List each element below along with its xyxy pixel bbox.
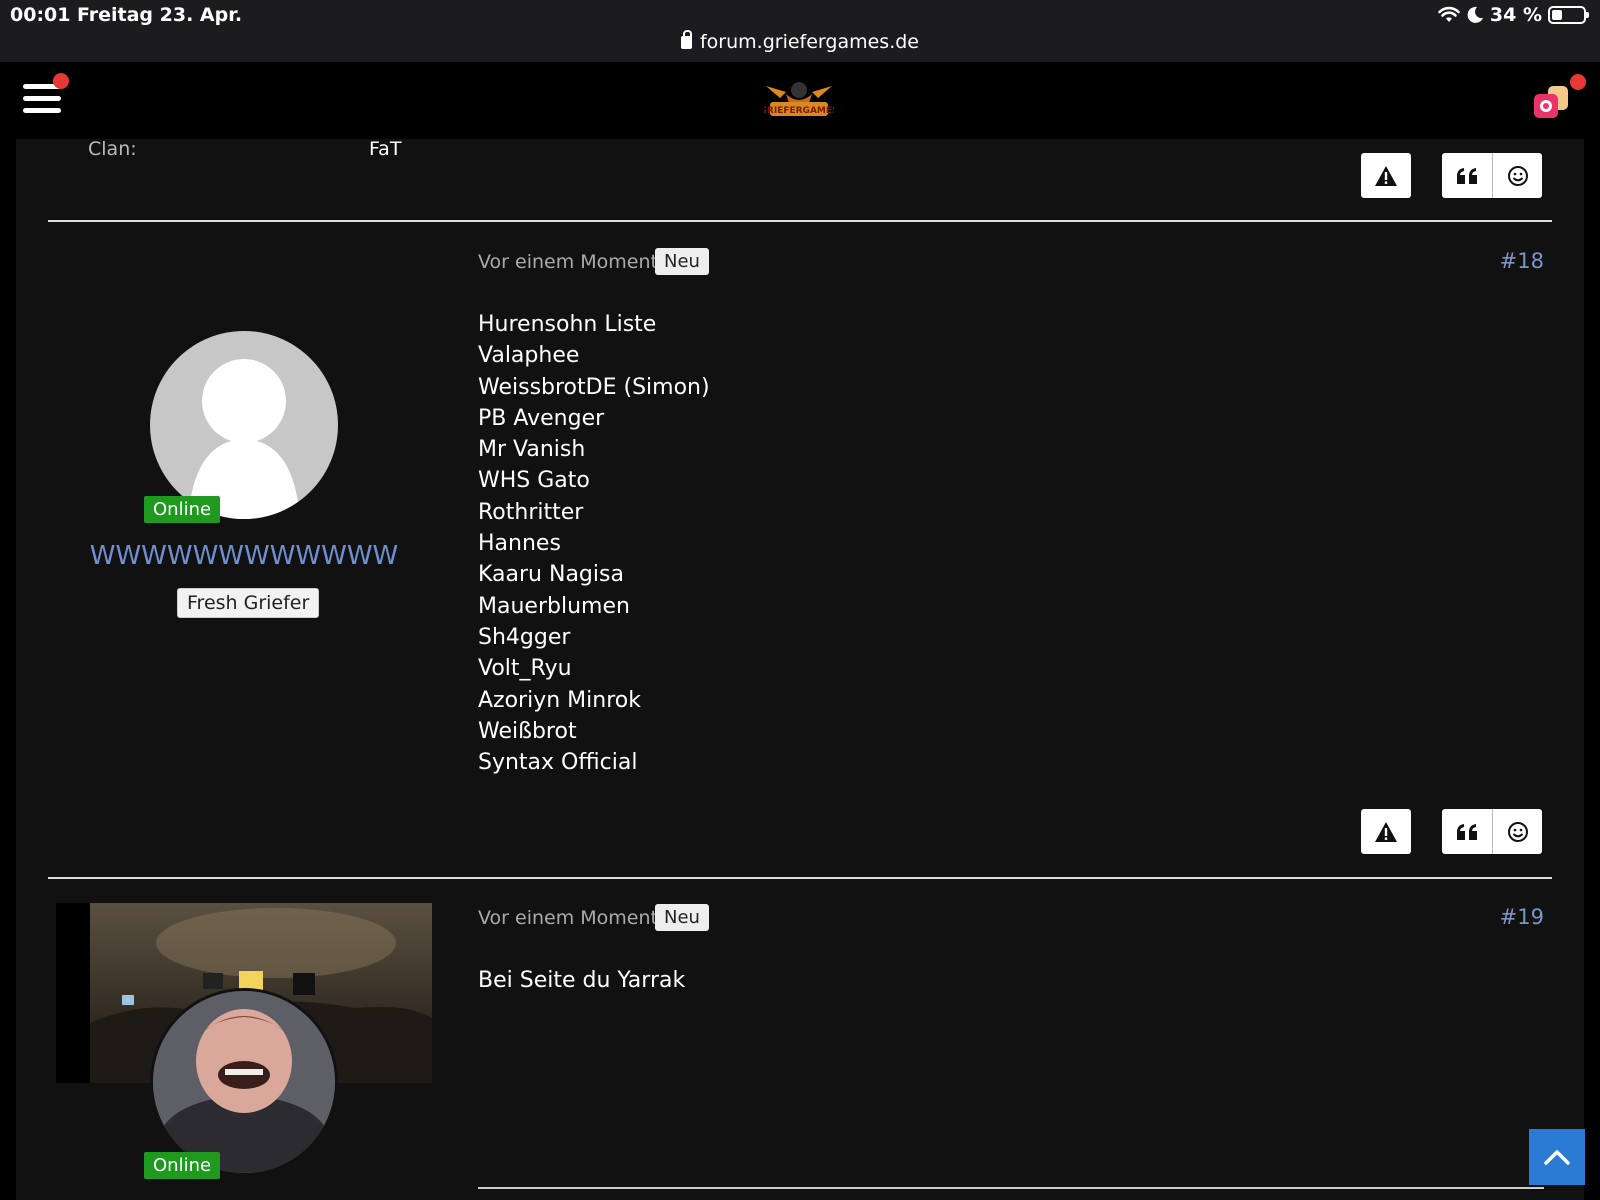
message-line: Azoriyn Minrok [478,687,641,713]
message-line: Mr Vanish [478,437,586,463]
message-line: WeissbrotDE (Simon) [478,374,710,400]
post-time: Vor einem Moment [478,251,658,273]
post-actions [1442,153,1542,198]
online-badge: Online [144,496,221,523]
lock-icon [680,30,692,49]
status-date: Freitag 23. Apr. [77,4,243,26]
griefergames-logo[interactable]: GRIEFERGAMES [764,76,834,124]
site-header: GRIEFERGAMES [0,62,1600,139]
quote-button[interactable] [1442,809,1492,854]
quote-icon [1457,167,1477,184]
message-line: Syntax Official [478,750,638,776]
default-avatar-icon [188,359,300,519]
reaction-button[interactable] [1492,153,1542,198]
chevron-up-icon [1544,1150,1570,1165]
post-time: Vor einem Moment [478,907,658,929]
message-line: Rothritter [478,499,584,525]
new-badge: Neu [655,904,709,931]
status-bar: 00:01 Freitag 23. Apr. 34 % forum.griefe… [0,0,1600,62]
warning-icon [1375,821,1397,842]
avatar-photo [153,991,335,1173]
smile-icon [1507,165,1528,186]
post-divider [48,220,1552,222]
post-actions [1442,809,1542,854]
post-divider [48,877,1552,879]
avatar[interactable] [150,988,338,1176]
username-link[interactable]: WWWWWWWWWWWW [64,541,424,571]
message-line: Volt_Ryu [478,656,572,682]
moon-icon [1467,6,1483,23]
message-line: PB Avenger [478,405,605,431]
online-badge: Online [144,1152,221,1179]
hamburger-menu-icon[interactable] [23,84,61,117]
reaction-button[interactable] [1492,809,1542,854]
message-line: Hurensohn Liste [478,312,657,337]
clan-label: Clan: [88,138,137,160]
shop-icon[interactable] [1530,84,1572,120]
status-indicators: 34 % [1438,4,1589,26]
menu-notification-dot [53,73,69,89]
status-time: 00:01 [10,4,71,26]
battery-percent: 34 % [1489,4,1542,26]
message-line: Valaphee [478,343,580,369]
message-line: Hannes [478,531,561,557]
message-line: Bei Seite du Yarrak [478,968,686,993]
message-line: Weißbrot [478,718,577,744]
post-message: Bei Seite du Yarrak [478,965,685,996]
quote-button[interactable] [1442,153,1492,198]
scroll-to-top-button[interactable] [1529,1129,1585,1185]
message-line: WHS Gato [478,468,590,494]
svg-text:GRIEFERGAMES: GRIEFERGAMES [764,106,834,116]
address-bar[interactable]: forum.griefergames.de [0,30,1600,53]
message-line: Mauerblumen [478,593,630,619]
clan-value: FaT [369,138,402,160]
smile-icon [1507,821,1528,842]
battery-icon [1548,6,1589,24]
message-line: Kaaru Nagisa [478,562,624,588]
wifi-icon [1438,6,1460,22]
message-line: Sh4gger [478,624,571,650]
warning-icon [1375,165,1397,186]
shop-notification-dot [1570,74,1586,90]
new-badge: Neu [655,248,709,275]
post-message: Hurensohn Liste Valaphee WeissbrotDE (Si… [478,309,710,778]
report-button[interactable] [1361,153,1411,198]
post-number-link[interactable]: #19 [1500,905,1544,929]
quote-icon [1457,823,1477,840]
post-footer-divider [478,1187,1544,1189]
rank-badge: Fresh Griefer [177,588,320,618]
url-text: forum.griefergames.de [699,31,919,53]
post-number-link[interactable]: #18 [1500,249,1544,273]
report-button[interactable] [1361,809,1411,854]
avatar[interactable] [150,331,338,519]
